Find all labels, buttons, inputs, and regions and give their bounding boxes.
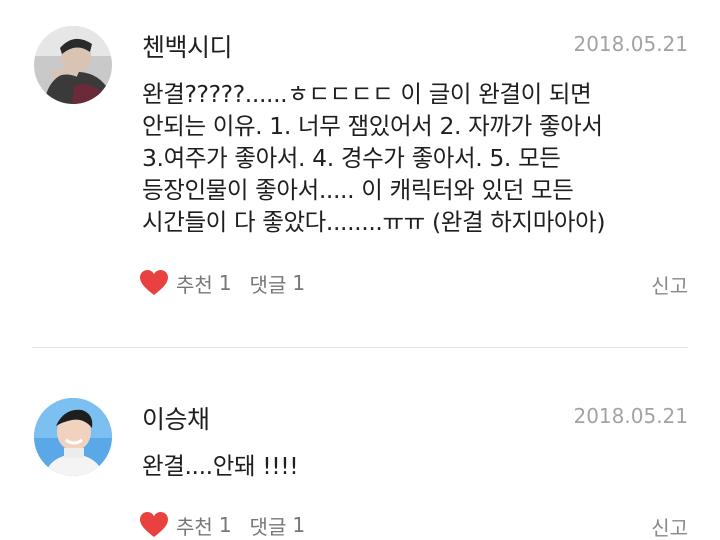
reply-count: 1 [292,271,306,295]
report-button[interactable]: 신고 [651,270,688,299]
comment-text: 완결....안돼 !!!! [142,452,299,480]
like-count: 1 [218,271,232,295]
comment-actions: 추천 1 댓글 1 [140,508,311,540]
comment-date: 2018.05.21 [573,32,688,56]
like-label: 추천 [176,272,213,297]
heart-icon [140,512,168,537]
reply-count: 1 [292,513,306,537]
comment-date: 2018.05.21 [573,404,688,428]
report-button[interactable]: 신고 [651,512,688,540]
like-label: 추천 [176,514,213,539]
comment-item: 이승채 2018.05.21 완결....안돼 !!!! 추천 1 댓글 1 신… [0,378,720,540]
like-button[interactable]: 추천 1 [140,511,238,540]
avatar[interactable] [34,398,112,476]
like-count: 1 [218,513,232,537]
heart-icon [140,270,168,295]
username[interactable]: 이승채 [142,400,210,436]
avatar-image [34,26,112,104]
reply-button[interactable]: 댓글 1 [250,269,312,298]
divider [32,347,688,348]
username[interactable]: 첸백시디 [142,28,233,64]
avatar[interactable] [34,26,112,104]
reply-label: 댓글 [249,272,287,297]
reply-label: 댓글 [249,514,287,539]
like-button[interactable]: 추천 1 [140,269,238,298]
comment-item: 첸백시디 2018.05.21 완결?????......ㅎㄷㄷㄷㄷ 이 글이 … [0,0,720,330]
reply-button[interactable]: 댓글 1 [250,511,312,540]
avatar-image [34,398,112,476]
comment-list: 첸백시디 2018.05.21 완결?????......ㅎㄷㄷㄷㄷ 이 글이 … [0,0,720,540]
comment-actions: 추천 1 댓글 1 [140,266,311,300]
comment-text: 완결?????......ㅎㄷㄷㄷㄷ 이 글이 완결이 되면 안되는 이유. 1… [142,80,606,236]
